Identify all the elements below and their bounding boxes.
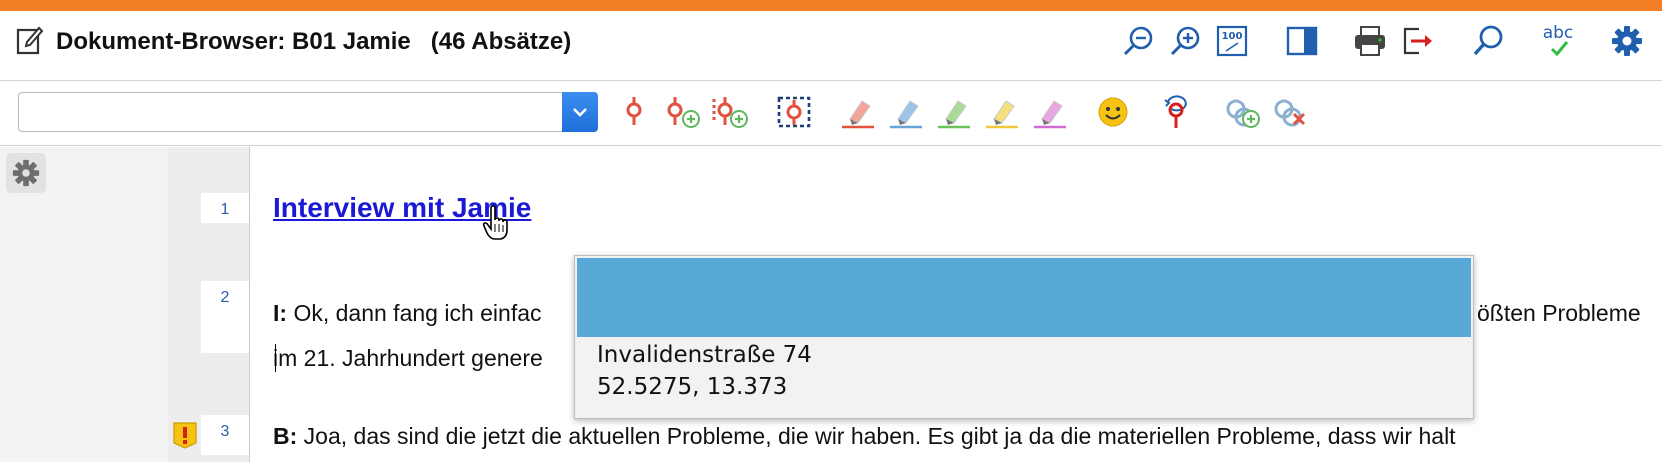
spellcheck-icon[interactable]: abc bbox=[1537, 23, 1579, 59]
code-selection-icon[interactable] bbox=[772, 90, 816, 134]
code-selector-dropdown[interactable] bbox=[18, 92, 598, 132]
add-code-icon[interactable] bbox=[660, 90, 704, 134]
remove-link-icon[interactable] bbox=[1268, 90, 1312, 134]
add-multiple-codes-icon[interactable] bbox=[707, 90, 751, 134]
speaker-label: B: bbox=[273, 423, 298, 449]
window-accent-bar bbox=[0, 0, 1662, 11]
tooltip-street: Invalidenstraße 74 bbox=[597, 342, 812, 368]
document-browser-window: Dokument-Browser: B01 Jamie (46 Absätze)… bbox=[0, 0, 1662, 462]
zoom-100-label: 100 bbox=[1222, 31, 1243, 42]
emoticode-smiley-icon[interactable] bbox=[1091, 90, 1135, 134]
export-icon[interactable] bbox=[1400, 23, 1436, 59]
side-pane bbox=[0, 147, 168, 462]
location-tooltip: Invalidenstraße 74 52.5275, 13.373 bbox=[574, 255, 1474, 419]
add-link-icon[interactable] bbox=[1220, 90, 1264, 134]
search-icon[interactable] bbox=[1470, 23, 1506, 59]
reset-code-icon[interactable] bbox=[1154, 90, 1198, 134]
tooltip-header bbox=[577, 258, 1471, 337]
green-highlighter-icon[interactable] bbox=[932, 90, 976, 134]
red-highlighter-icon[interactable] bbox=[836, 90, 880, 134]
zoom-100-icon[interactable]: 100 bbox=[1214, 23, 1250, 59]
print-icon[interactable] bbox=[1352, 23, 1388, 59]
paragraph-number[interactable]: 1 bbox=[201, 193, 249, 223]
paragraph-2-line-2: im 21. Jahrhundert genere bbox=[273, 345, 543, 371]
yellow-highlighter-icon[interactable] bbox=[980, 90, 1024, 134]
edit-document-icon[interactable] bbox=[16, 25, 44, 55]
paragraph-3-line-1: B: Joa, das sind die jetzt die aktuellen… bbox=[273, 423, 1456, 450]
titlebar: Dokument-Browser: B01 Jamie (46 Absätze)… bbox=[0, 11, 1662, 81]
chevron-down-icon[interactable] bbox=[562, 92, 598, 132]
paragraph-number[interactable]: 2 bbox=[201, 281, 249, 353]
pane-settings-gear-icon[interactable] bbox=[6, 153, 46, 193]
speaker-label: I: bbox=[273, 300, 288, 326]
blue-highlighter-icon[interactable] bbox=[884, 90, 928, 134]
magenta-highlighter-icon[interactable] bbox=[1028, 90, 1072, 134]
settings-gear-icon[interactable] bbox=[1609, 23, 1645, 59]
code-icon[interactable] bbox=[612, 90, 656, 134]
panel-toggle-icon[interactable] bbox=[1284, 23, 1320, 59]
tooltip-coordinates: 52.5275, 13.373 bbox=[597, 374, 788, 400]
window-title: Dokument-Browser: B01 Jamie (46 Absätze) bbox=[56, 28, 572, 55]
paragraph-2-line-1-end: ößten Probleme bbox=[1477, 300, 1641, 326]
paragraph-memo-warning-icon[interactable] bbox=[172, 421, 198, 449]
paragraph-text: Joa, das sind die jetzt die aktuellen Pr… bbox=[297, 423, 1456, 449]
paragraph-2-line-1: I: Ok, dann fang ich einfac bbox=[273, 300, 542, 327]
spellcheck-label: abc bbox=[1543, 23, 1574, 43]
paragraph-number-column: 1 2 3 bbox=[201, 147, 250, 462]
zoom-in-icon[interactable] bbox=[1167, 23, 1203, 59]
text-caret bbox=[275, 344, 276, 372]
paragraph-number[interactable]: 3 bbox=[201, 415, 249, 455]
coding-toolbar bbox=[0, 82, 1662, 146]
paragraph-text: Ok, dann fang ich einfac bbox=[287, 300, 542, 326]
memo-column bbox=[168, 147, 201, 462]
hand-cursor-icon bbox=[482, 205, 512, 241]
zoom-out-icon[interactable] bbox=[1120, 23, 1156, 59]
